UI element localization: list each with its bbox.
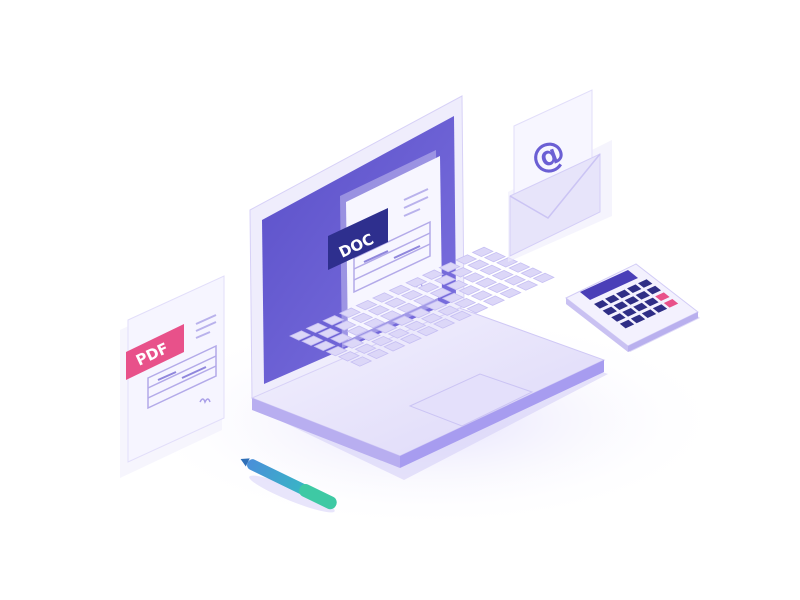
envelope: @: [508, 89, 612, 262]
isometric-office-illustration: PDF DOC @: [120, 89, 730, 530]
